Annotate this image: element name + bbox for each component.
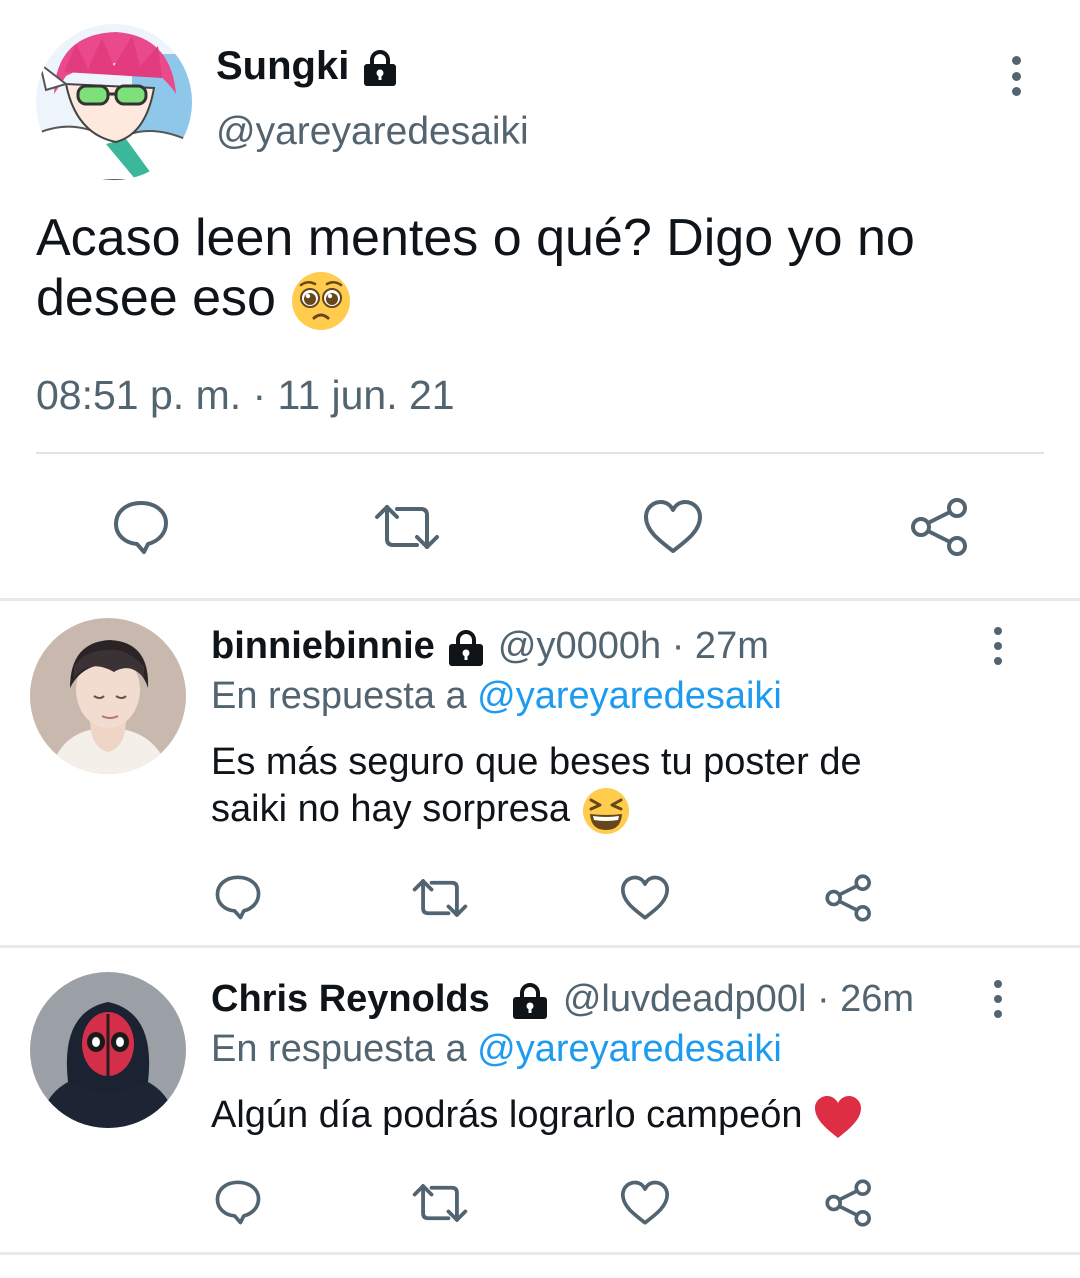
reply-tweet[interactable]: binniebinnie @y0000h · 27m En respuesta …: [0, 601, 1080, 945]
share-button[interactable]: [822, 1176, 876, 1230]
author-name[interactable]: Sungki: [216, 44, 349, 88]
author-name-row[interactable]: Sungki: [216, 44, 400, 89]
reply-button[interactable]: [110, 496, 172, 558]
main-tweet: Sungki @yareyaredesaiki Acaso leen mente…: [0, 0, 1080, 598]
tweet-text-content: Acaso leen mentes o qué? Digo yo no dese…: [36, 209, 915, 327]
reply-text-line: Es más seguro que beses tu poster de: [211, 741, 862, 783]
reply-avatar[interactable]: [30, 972, 186, 1128]
reply-icon: [215, 875, 261, 920]
reply-icon: [215, 1180, 261, 1225]
replying-to: En respuesta a @yareyaredesaiki: [211, 1028, 782, 1071]
share-icon: [825, 1179, 871, 1227]
replying-to: En respuesta a @yareyaredesaiki: [211, 675, 782, 718]
reply-time: · 27m: [671, 625, 769, 667]
retweet-button[interactable]: [372, 496, 442, 558]
reply-author-handle[interactable]: @luvdeadp00l: [563, 978, 807, 1020]
reply-tweet[interactable]: Chris Reynolds @luvdeadp00l · 26m En res…: [0, 948, 1080, 1252]
replying-to-mention[interactable]: @yareyaredesaiki: [477, 675, 782, 717]
like-icon: [620, 1180, 670, 1225]
grinning-squinting-face-emoji: [582, 788, 629, 834]
author-handle[interactable]: @yareyaredesaiki: [216, 110, 529, 154]
share-icon: [911, 498, 967, 556]
like-button[interactable]: [640, 496, 706, 558]
reply-icon: [114, 501, 168, 554]
reply-text-line-2: saiki no hay sorpresa: [211, 786, 1051, 836]
divider: [36, 452, 1044, 454]
retweet-button[interactable]: [410, 1178, 470, 1228]
reply-header: Chris Reynolds @luvdeadp00l · 26m: [211, 978, 914, 1021]
retweet-icon: [375, 505, 439, 549]
tweet-text: Acaso leen mentes o qué? Digo yo no dese…: [36, 208, 1036, 332]
like-icon: [644, 500, 702, 553]
reply-time: · 26m: [816, 978, 915, 1020]
reply-author-name[interactable]: Chris Reynolds: [211, 978, 490, 1020]
reply-text: Es más seguro que beses tu poster de sai…: [211, 739, 1051, 836]
replying-to-label: En respuesta a: [211, 675, 467, 717]
reply-avatar[interactable]: [30, 618, 186, 774]
author-avatar[interactable]: [36, 24, 192, 180]
reply-button[interactable]: [212, 1176, 264, 1228]
reply-text-content: saiki no hay sorpresa: [211, 788, 571, 831]
separator: [0, 1252, 1080, 1255]
replying-to-label: En respuesta a: [211, 1028, 467, 1070]
reply-header: binniebinnie @y0000h · 27m: [211, 625, 769, 668]
retweet-icon: [412, 1184, 468, 1222]
retweet-button[interactable]: [410, 873, 470, 923]
more-options-icon[interactable]: [990, 627, 1006, 665]
share-button[interactable]: [908, 494, 972, 560]
like-icon: [620, 875, 670, 920]
like-button[interactable]: [618, 1178, 672, 1228]
reply-text-content: Algún día podrás lograrlo campeón: [211, 1094, 803, 1136]
lock-icon: [364, 50, 397, 87]
lock-icon: [513, 983, 548, 1019]
more-options-icon[interactable]: [990, 980, 1006, 1018]
share-button[interactable]: [822, 871, 876, 925]
replying-to-mention[interactable]: @yareyaredesaiki: [477, 1028, 782, 1070]
more-options-icon[interactable]: [1006, 56, 1026, 96]
retweet-icon: [412, 879, 468, 917]
pleading-face-emoji: [292, 272, 351, 331]
reply-author-handle[interactable]: @y0000h: [498, 625, 661, 667]
reply-button[interactable]: [212, 871, 264, 923]
share-icon: [825, 874, 871, 922]
lock-icon: [449, 630, 484, 666]
reply-author-name[interactable]: binniebinnie: [211, 625, 435, 667]
reply-text: Algún día podrás lograrlo campeón: [211, 1092, 1051, 1140]
red-heart-emoji: [815, 1095, 862, 1138]
like-button[interactable]: [618, 873, 672, 923]
tweet-timestamp[interactable]: 08:51 p. m. · 11 jun. 21: [36, 372, 455, 419]
